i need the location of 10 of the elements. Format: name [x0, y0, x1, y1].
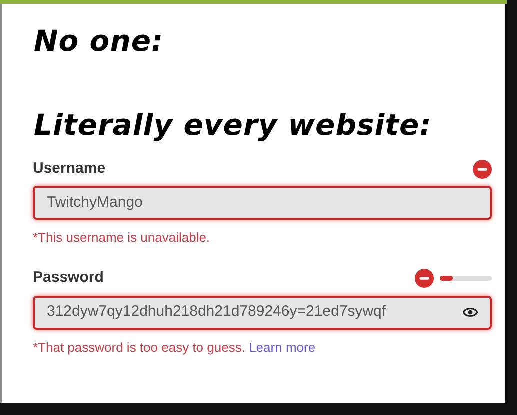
- field-label: Username: [33, 158, 106, 179]
- meme-caption: No one:: [34, 23, 165, 60]
- error-message: *That password is too easy to guess. Learn more: [33, 338, 317, 357]
- meme-caption: Literally every website:: [34, 107, 433, 144]
- learn-more-link[interactable]: Learn more: [249, 340, 316, 354]
- eye-icon[interactable]: [463, 305, 478, 320]
- input-field[interactable]: 312dyw7qy12dhuh218dh21d789246y=21ed7sywqf: [33, 296, 492, 330]
- error-message: *This username is unavailable.: [33, 229, 212, 247]
- input-field[interactable]: TwitchyMango: [33, 186, 492, 220]
- field-label: Password: [33, 268, 104, 288]
